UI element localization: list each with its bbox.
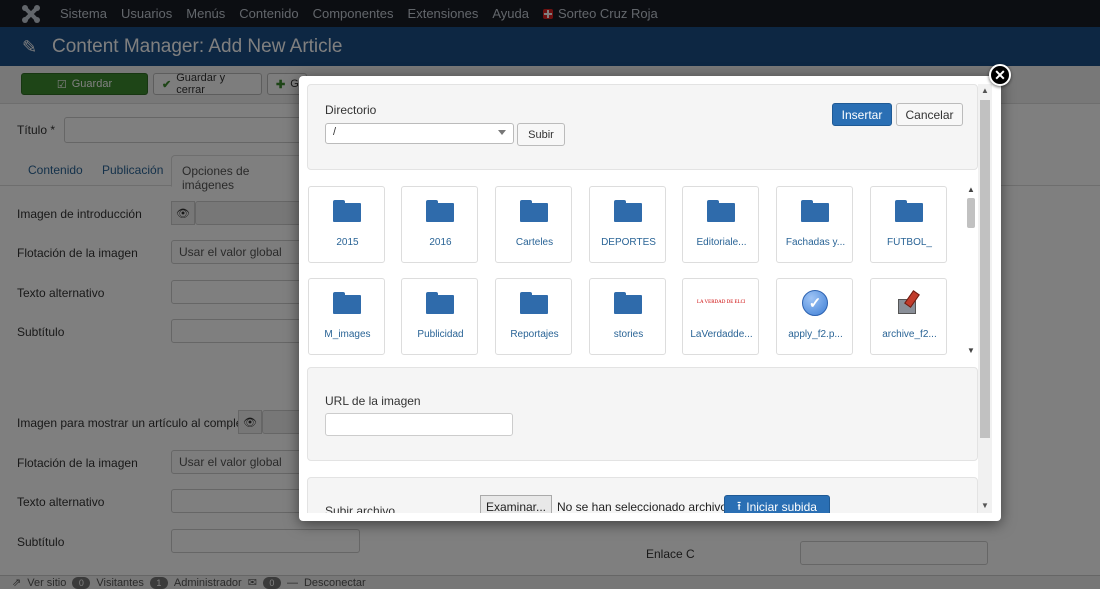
media-item[interactable]: Editoriale... <box>682 186 759 263</box>
folder-icon <box>424 197 456 225</box>
folder-icon <box>612 289 644 317</box>
modal-scrollbar[interactable]: ▲ ▼ <box>978 84 992 513</box>
scroll-thumb[interactable] <box>980 100 990 438</box>
media-item-label: Carteles <box>515 237 554 248</box>
media-item-label: Reportajes <box>510 329 559 340</box>
media-item[interactable]: Publicidad <box>401 278 478 355</box>
media-item[interactable]: M_images <box>308 278 385 355</box>
scroll-thumb[interactable] <box>967 198 975 228</box>
image-thumbnail: LA VERDAD DE ELCHE <box>697 289 745 317</box>
chevron-down-icon[interactable]: ▼ <box>964 345 978 357</box>
folder-icon <box>612 197 644 225</box>
browse-button[interactable]: Examinar... <box>480 495 552 513</box>
folder-icon <box>331 289 363 317</box>
media-item-label: apply_f2.p... <box>788 329 843 340</box>
media-item[interactable]: FÚTBOL_ <box>870 186 947 263</box>
up-button[interactable]: Subir <box>517 123 565 146</box>
upload-icon: ⭱ <box>737 498 742 513</box>
image-url-input[interactable] <box>325 413 513 436</box>
media-item[interactable]: Carteles <box>495 186 572 263</box>
media-item[interactable]: archive_f2... <box>870 278 947 355</box>
media-item-label: M_images <box>324 329 371 340</box>
upload-panel: Subir archivo Examinar... No se han sele… <box>307 477 978 513</box>
folder-icon <box>893 197 925 225</box>
media-item[interactable]: DEPORTES <box>589 186 666 263</box>
thumbnail-text: LA VERDAD DE ELCHE <box>697 300 745 305</box>
folder-icon <box>799 197 831 225</box>
media-item-label: archive_f2... <box>882 329 937 340</box>
insert-button[interactable]: Insertar <box>832 103 892 126</box>
folder-icon <box>518 289 550 317</box>
media-item-label: Publicidad <box>417 329 464 340</box>
chevron-down-icon[interactable]: ▼ <box>978 499 992 513</box>
media-item[interactable]: 2016 <box>401 186 478 263</box>
chevron-up-icon[interactable]: ▲ <box>964 184 978 196</box>
media-item[interactable]: Fachadas y... <box>776 186 853 263</box>
no-file-selected-text: No se han seleccionado archivos. <box>557 500 737 513</box>
directory-panel: Directorio / Subir Insertar Cancelar <box>307 84 978 170</box>
media-item[interactable]: 2015 <box>308 186 385 263</box>
start-upload-label: Iniciar subida <box>746 500 817 513</box>
image-url-label: URL de la imagen <box>325 394 421 408</box>
modal-content: Directorio / Subir Insertar Cancelar 201… <box>307 84 978 513</box>
archive-icon <box>893 289 925 317</box>
chevron-up-icon[interactable]: ▲ <box>978 84 992 98</box>
apply-check-icon: ✓ <box>799 289 831 317</box>
media-manager-modal: Directorio / Subir Insertar Cancelar 201… <box>299 76 1001 521</box>
media-item-label: Editoriale... <box>696 237 747 248</box>
grid-scrollbar[interactable]: ▲ ▼ <box>964 182 978 357</box>
media-item[interactable]: ✓ apply_f2.p... <box>776 278 853 355</box>
media-item-label: Fachadas y... <box>785 237 846 248</box>
close-icon[interactable]: ✕ <box>989 64 1011 86</box>
media-item-label: 2015 <box>336 237 359 248</box>
chevron-down-icon <box>498 130 506 135</box>
media-item[interactable]: stories <box>589 278 666 355</box>
upload-file-label: Subir archivo <box>325 504 396 513</box>
media-item[interactable]: Reportajes <box>495 278 572 355</box>
folder-icon <box>705 197 737 225</box>
directory-value: / <box>333 126 337 138</box>
media-item-label: LaVerdadde... <box>690 329 753 340</box>
media-grid: 2015 2016 Carteles DEPORTES Editoriale..… <box>307 182 978 357</box>
cancel-button[interactable]: Cancelar <box>896 103 963 126</box>
media-item-label: 2016 <box>429 237 452 248</box>
media-item-label: stories <box>613 329 644 340</box>
media-item[interactable]: LA VERDAD DE ELCHE LaVerdadde... <box>682 278 759 355</box>
directory-label: Directorio <box>325 103 377 117</box>
start-upload-button[interactable]: ⭱ Iniciar subida <box>724 495 830 513</box>
folder-icon <box>518 197 550 225</box>
image-url-panel: URL de la imagen <box>307 367 978 461</box>
directory-select[interactable]: / <box>325 123 514 144</box>
folder-icon <box>331 197 363 225</box>
media-item-label: FÚTBOL_ <box>886 237 932 248</box>
folder-icon <box>424 289 456 317</box>
media-item-label: DEPORTES <box>601 237 656 248</box>
